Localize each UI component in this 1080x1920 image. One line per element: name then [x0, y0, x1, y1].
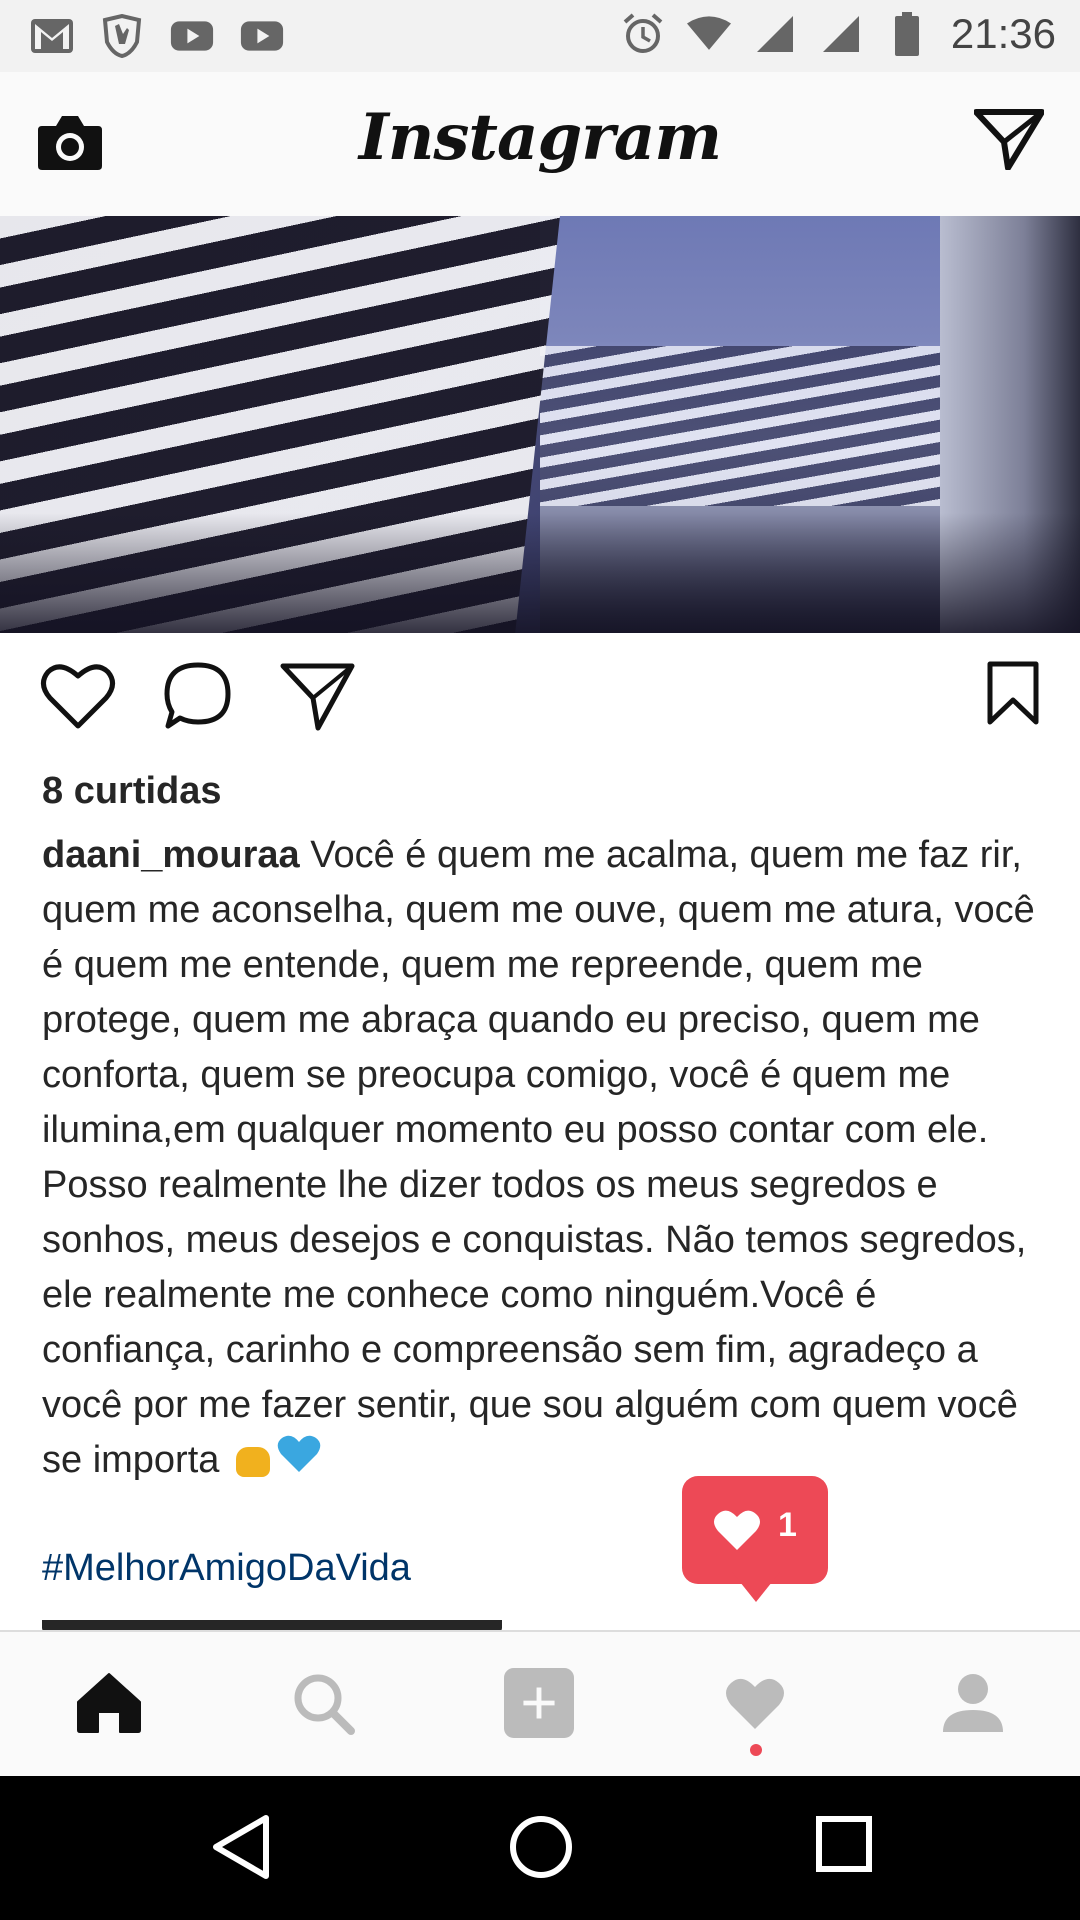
- like-notification[interactable]: 1: [682, 1476, 828, 1602]
- bookmark-icon[interactable]: [986, 660, 1040, 731]
- profile-icon[interactable]: [938, 1668, 1008, 1738]
- heart-icon[interactable]: [40, 660, 116, 737]
- caption-text: Você é quem me acalma, quem me faz rir, …: [42, 834, 1046, 1481]
- home-icon[interactable]: [74, 1668, 144, 1738]
- post-caption: daani_mouraa Você é quem me acalma, quem…: [42, 828, 1042, 1490]
- alarm-icon: [621, 12, 665, 56]
- app-title: Instagram: [358, 100, 722, 175]
- fist-emoji: [235, 1446, 270, 1477]
- app-header: Instagram: [0, 72, 1080, 217]
- gmail-icon: [30, 14, 74, 58]
- post-actions: [0, 660, 1080, 746]
- activity-heart-icon[interactable]: [720, 1668, 790, 1738]
- share-icon[interactable]: [280, 660, 356, 737]
- clock: 21:36: [950, 10, 1056, 57]
- comment-icon[interactable]: [162, 660, 234, 737]
- signal-icon: [753, 12, 797, 56]
- blue-heart-emoji: [276, 1434, 322, 1490]
- direct-message-icon[interactable]: [973, 108, 1045, 175]
- wifi-icon: [686, 12, 731, 56]
- system-nav-bar: [0, 1776, 1080, 1920]
- youtube-icon: [240, 14, 284, 58]
- heart-icon: [712, 1508, 762, 1557]
- add-post-icon[interactable]: [504, 1668, 574, 1738]
- post-image[interactable]: [0, 216, 1080, 633]
- likes-count[interactable]: 8 curtidas: [42, 770, 222, 813]
- signal-icon: [819, 12, 863, 56]
- search-icon[interactable]: [288, 1668, 358, 1738]
- caption-username[interactable]: daani_mouraa: [42, 834, 300, 876]
- hashtag-link[interactable]: #MelhorAmigoDaVida: [42, 1547, 411, 1590]
- bottom-nav: [0, 1630, 1080, 1778]
- youtube-icon: [170, 14, 214, 58]
- hand-shield-icon: [100, 14, 144, 58]
- battery-icon: [885, 12, 929, 56]
- recents-icon[interactable]: [814, 1814, 874, 1879]
- notification-count: 1: [778, 1506, 797, 1544]
- home-circle-icon[interactable]: [508, 1814, 574, 1885]
- status-bar: 21:36: [0, 0, 1080, 72]
- activity-indicator-dot: [750, 1744, 762, 1756]
- back-icon[interactable]: [210, 1814, 272, 1885]
